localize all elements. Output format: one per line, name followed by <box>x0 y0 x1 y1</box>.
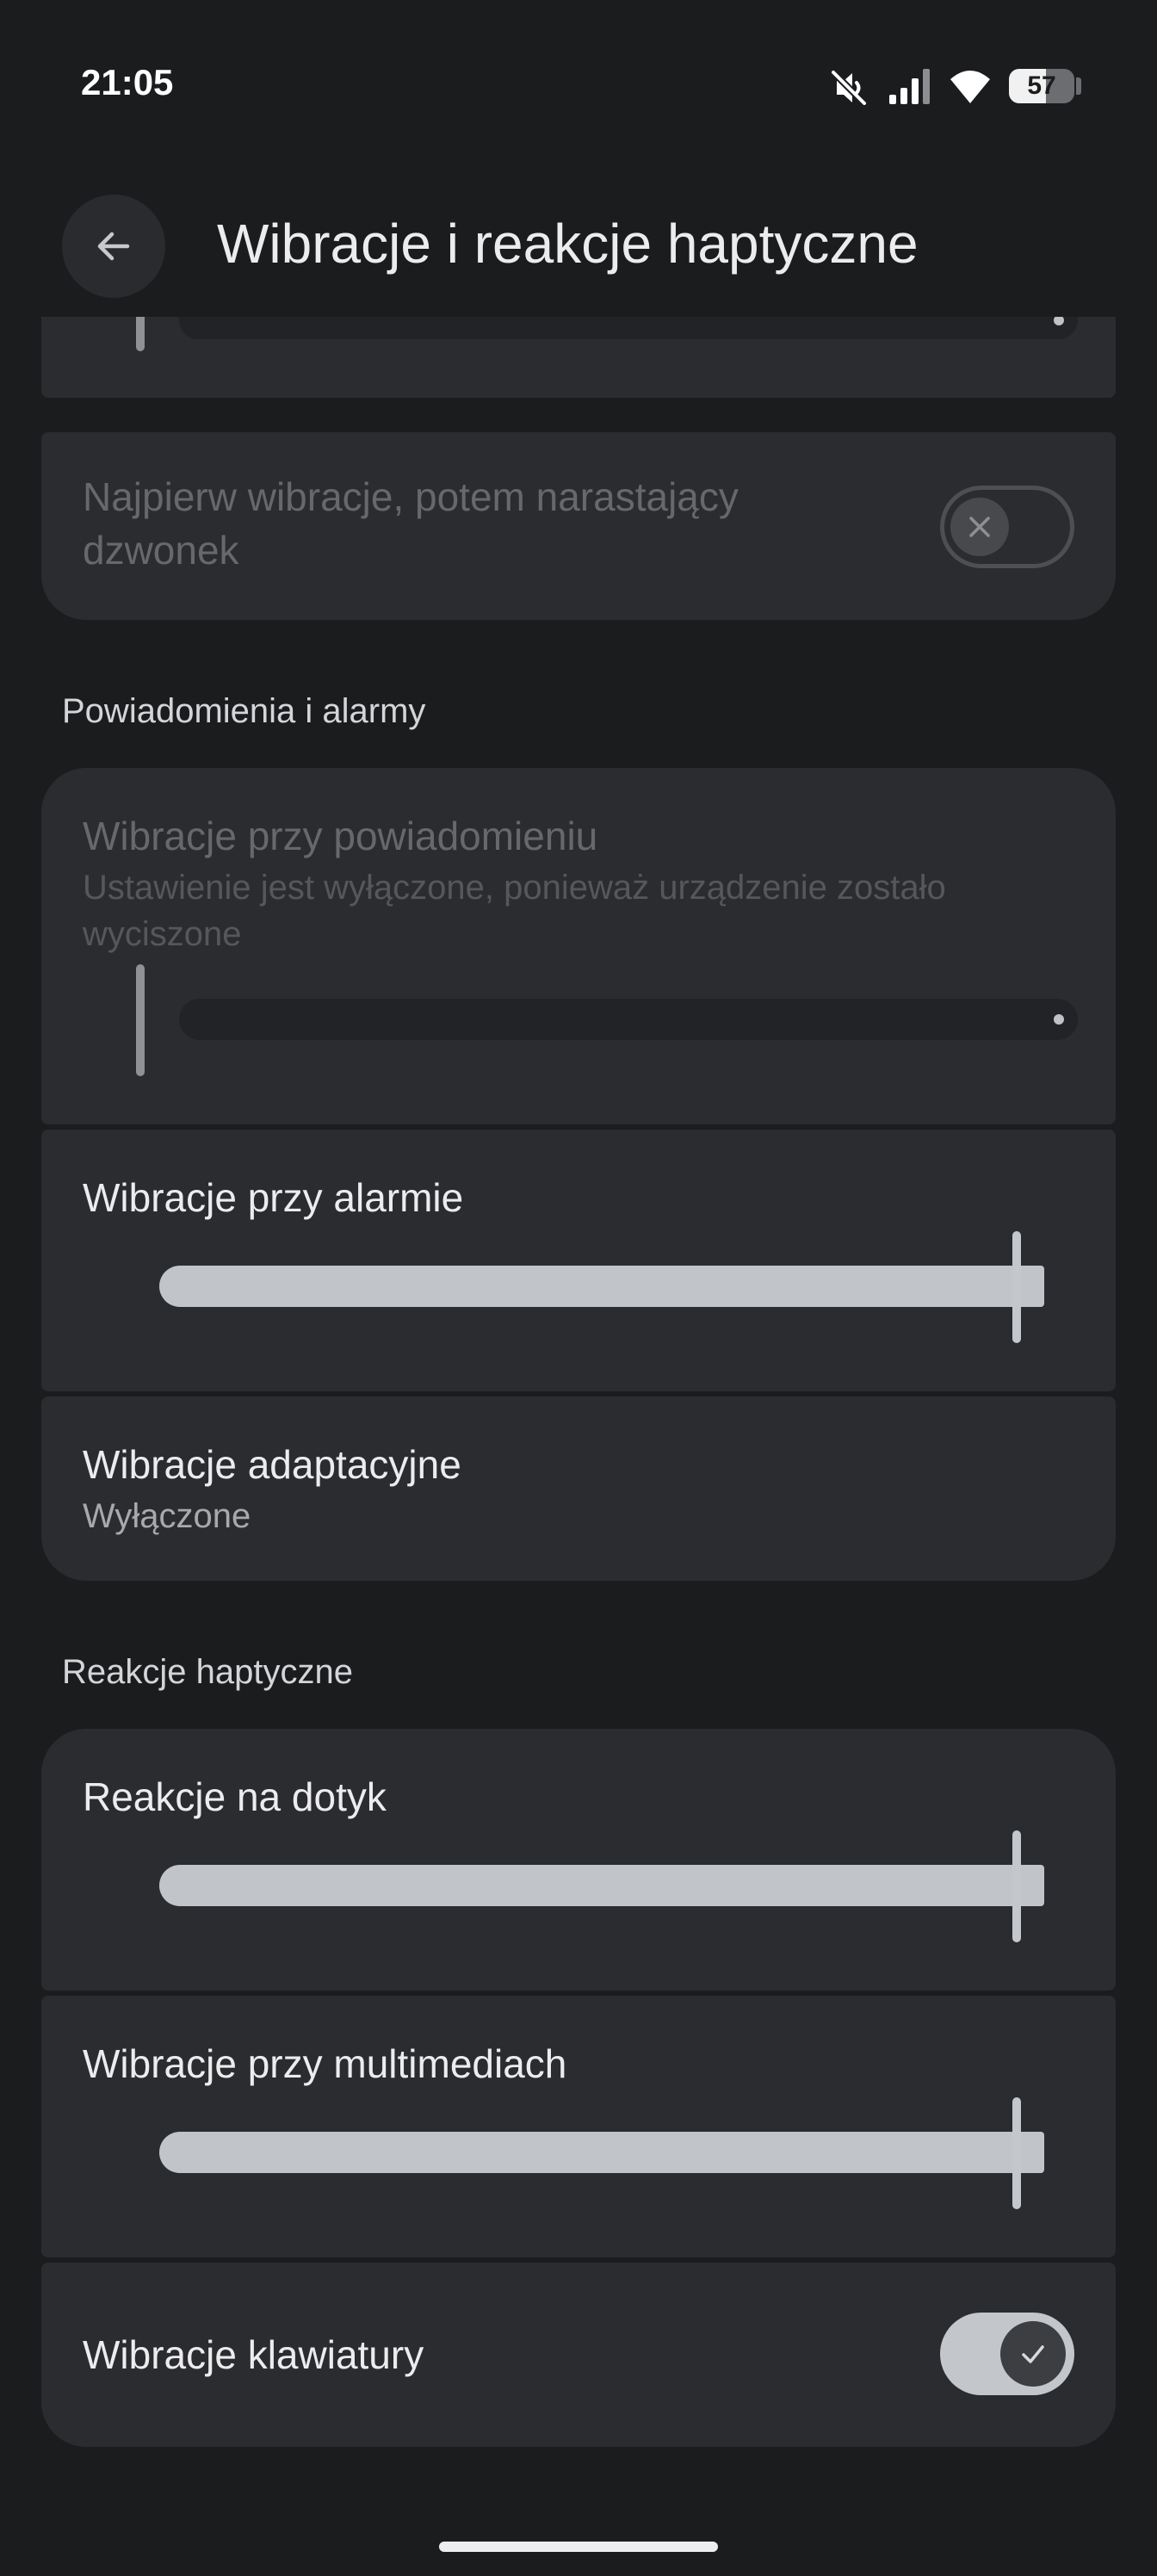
toggle-knob <box>950 498 1009 556</box>
alarm-slider-thumb[interactable] <box>1012 1231 1021 1343</box>
alarm-slider-fill <box>159 1266 1044 1307</box>
status-time: 21:05 <box>81 62 174 102</box>
ring-slider-track <box>179 317 1078 339</box>
touch-feedback-card: Reakcje na dotyk <box>41 1729 1116 1991</box>
alarm-vibration-label: Wibracje przy alarmie <box>83 1175 464 1220</box>
home-indicator[interactable] <box>439 2542 718 2552</box>
touch-slider-thumb[interactable] <box>1012 1830 1021 1942</box>
keyboard-vibration-label: Wibracje klawiatury <box>83 2332 424 2377</box>
media-slider-fill <box>159 2132 1044 2173</box>
notification-vibration-label: Wibracje przy powiadomieniu <box>83 814 598 858</box>
ramping-ringer-label: Najpierw wibracje, potem narastający dzw… <box>83 474 739 573</box>
settings-list[interactable]: Najpierw wibracje, potem narastający dzw… <box>0 317 1157 2486</box>
ring-vibration-card <box>41 317 1116 398</box>
close-icon <box>969 517 990 537</box>
notification-vibration-card: Wibracje przy powiadomieniu Ustawienie j… <box>41 768 1116 1124</box>
cell-signal-icon <box>889 69 930 104</box>
back-button[interactable] <box>62 195 165 298</box>
slider-end-dot <box>1054 1014 1064 1025</box>
check-icon <box>1022 2345 1044 2363</box>
battery-percent: 57 <box>1027 71 1056 100</box>
vibrate-mute-icon <box>830 69 868 107</box>
alarm-vibration-card: Wibracje przy alarmie <box>41 1130 1116 1391</box>
section-header-haptics: Reakcje haptyczne <box>62 1653 353 1691</box>
ramping-ringer-toggle[interactable] <box>940 486 1074 568</box>
section-header-notifications: Powiadomienia i alarmy <box>62 692 426 730</box>
slider-end-dot <box>1054 317 1064 325</box>
media-vibration-label: Wibracje przy multimediach <box>83 2041 567 2086</box>
touch-slider-fill <box>159 1865 1044 1906</box>
adaptive-vibration-summary: Wyłączone <box>83 1497 251 1535</box>
media-slider-thumb[interactable] <box>1012 2097 1021 2209</box>
adaptive-vibration-label: Wibracje adaptacyjne <box>83 1442 461 1487</box>
battery-icon: 57 <box>1009 69 1074 103</box>
notification-slider-thumb[interactable] <box>136 964 145 1076</box>
keyboard-vibration-toggle[interactable] <box>940 2313 1074 2395</box>
ring-slider-thumb[interactable] <box>136 317 145 351</box>
touch-feedback-label: Reakcje na dotyk <box>83 1774 387 1819</box>
media-vibration-card: Wibracje przy multimediach <box>41 1996 1116 2257</box>
notification-vibration-summary: Ustawienie jest wyłączone, ponieważ urzą… <box>83 869 946 953</box>
keyboard-vibration-card[interactable]: Wibracje klawiatury <box>41 2263 1116 2447</box>
wifi-icon <box>950 71 990 103</box>
notification-slider-track <box>179 999 1078 1040</box>
ramping-ringer-card[interactable]: Najpierw wibracje, potem narastający dzw… <box>41 432 1116 620</box>
arrow-back-icon <box>97 232 130 261</box>
page-title: Wibracje i reakcje haptyczne <box>217 213 919 275</box>
toggle-knob <box>1000 2321 1066 2387</box>
adaptive-vibration-item[interactable]: Wibracje adaptacyjne Wyłączone <box>41 1396 1116 1581</box>
status-bar: 21:05 57 <box>0 0 1157 146</box>
battery-tip <box>1076 77 1081 95</box>
